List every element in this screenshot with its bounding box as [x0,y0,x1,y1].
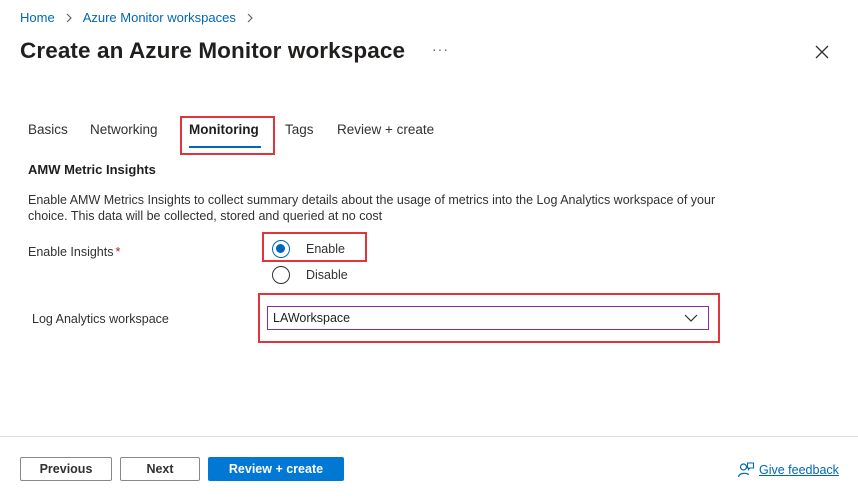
section-description: Enable AMW Metrics Insights to collect s… [28,193,716,223]
close-button[interactable] [813,43,831,61]
tab-basics[interactable]: Basics [28,122,68,137]
tab-tags[interactable]: Tags [285,122,314,137]
radio-disable[interactable]: Disable [272,266,348,284]
tab-networking[interactable]: Networking [90,122,158,137]
enable-insights-label: Enable Insights * [28,245,120,259]
radio-unchecked-icon [272,266,290,284]
breadcrumb-workspaces-link[interactable]: Azure Monitor workspaces [83,10,236,25]
log-analytics-workspace-dropdown[interactable]: LAWorkspace [267,306,709,330]
tab-review-create[interactable]: Review + create [337,122,434,137]
feedback-person-icon [737,462,755,478]
tab-monitoring[interactable]: Monitoring [189,122,259,137]
radio-checked-icon [272,240,290,258]
log-analytics-workspace-label: Log Analytics workspace [32,312,169,326]
radio-enable-label: Enable [306,242,345,256]
radio-disable-label: Disable [306,268,348,282]
required-asterisk: * [115,245,121,259]
close-icon [815,45,829,59]
breadcrumb-home-link[interactable]: Home [20,10,55,25]
review-create-button[interactable]: Review + create [208,457,344,481]
give-feedback-link[interactable]: Give feedback [737,461,839,479]
previous-button[interactable]: Previous [20,457,112,481]
next-button[interactable]: Next [120,457,200,481]
dropdown-selected-value: LAWorkspace [273,311,351,325]
breadcrumb: Home Azure Monitor workspaces [20,10,264,25]
footer-divider [0,436,858,437]
give-feedback-label: Give feedback [759,463,839,477]
active-tab-indicator [189,146,261,148]
radio-enable[interactable]: Enable [272,240,345,258]
chevron-down-icon [684,314,698,322]
enable-insights-label-text: Enable Insights [28,245,114,259]
chevron-right-icon [244,12,256,24]
page-title: Create an Azure Monitor workspace [20,38,406,63]
chevron-right-icon [63,12,75,24]
section-title: AMW Metric Insights [28,162,156,177]
more-options-button[interactable]: ··· [432,42,450,58]
